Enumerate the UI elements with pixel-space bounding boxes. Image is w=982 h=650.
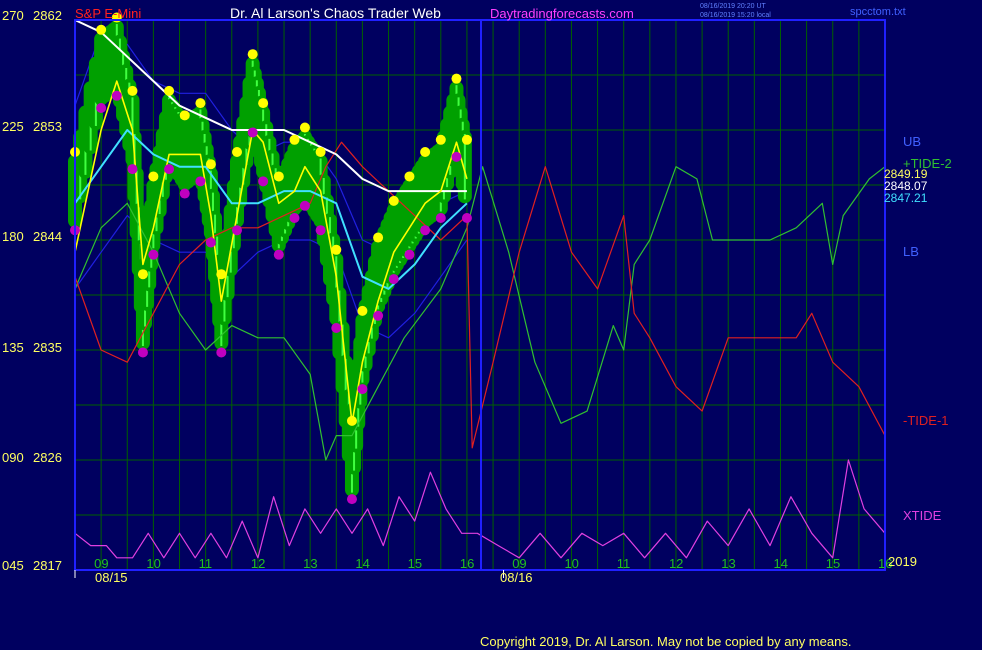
- x-tick-label: 12: [669, 556, 683, 571]
- high-dot: [216, 269, 227, 280]
- file-label: spcctom.txt: [850, 6, 906, 18]
- high-dot: [164, 85, 175, 96]
- low-dot: [195, 176, 206, 187]
- low-dot: [111, 90, 122, 101]
- x-tick-label: 15: [826, 556, 840, 571]
- y-tick-price: 2835: [33, 340, 62, 355]
- high-dot: [331, 244, 342, 255]
- low-dot: [96, 103, 107, 113]
- x-tick-label: 09: [94, 556, 108, 571]
- ub-label: UB: [903, 134, 921, 149]
- x-tick-label: 10: [146, 556, 160, 571]
- low-dot: [346, 494, 357, 505]
- y-tick-tide: 090: [2, 450, 24, 465]
- high-dot: [435, 134, 446, 145]
- high-dot: [420, 147, 431, 157]
- high-dot: [357, 305, 368, 316]
- low-dot: [164, 164, 175, 175]
- x-tick-label: 15: [408, 556, 422, 571]
- high-dot: [137, 269, 148, 280]
- x-date-label: 08/15: [95, 570, 128, 585]
- high-dot: [346, 415, 357, 426]
- low-dot: [289, 213, 300, 223]
- timestamp-ut: 08/16/2019 20:20 UT: [700, 3, 766, 10]
- x-tick-label: 13: [303, 556, 317, 571]
- y-tick-tide: 135: [2, 340, 24, 355]
- low-dot: [299, 200, 310, 211]
- low-dot: [435, 213, 446, 223]
- low-dot: [373, 310, 384, 321]
- low-dot: [216, 347, 227, 358]
- year-label: 2019: [888, 554, 917, 569]
- high-dot: [195, 98, 206, 109]
- lb-label: LB: [903, 244, 919, 259]
- low-dot: [451, 151, 462, 162]
- low-dot: [461, 213, 472, 223]
- x-tick-label: 10: [564, 556, 578, 571]
- x-tick-label: 14: [773, 556, 787, 571]
- high-dot: [258, 98, 269, 109]
- low-dot: [331, 323, 342, 333]
- y-tick-tide: 180: [2, 229, 24, 244]
- low-dot: [205, 237, 216, 248]
- low-dot: [388, 274, 399, 285]
- y-tick-price: 2862: [33, 8, 62, 23]
- high-dot: [247, 49, 258, 60]
- y-tick-price: 2817: [33, 558, 62, 573]
- x-tick-label: 13: [721, 556, 735, 571]
- low-dot: [127, 164, 138, 175]
- high-dot: [232, 147, 242, 157]
- xtide-label: XTIDE: [903, 508, 942, 523]
- high-dot: [205, 159, 216, 170]
- low-dot: [232, 225, 242, 236]
- timestamp-local: 08/16/2019 15:20 local: [700, 12, 771, 19]
- tide1-label: -TIDE-1: [903, 413, 949, 428]
- y-tick-price: 2853: [33, 119, 62, 134]
- low-dot: [179, 188, 190, 199]
- tide-chart: S&P E-Mini Dr. Al Larson's Chaos Trader …: [0, 0, 982, 650]
- low-dot: [315, 225, 326, 236]
- x-date-label: 08/16: [500, 570, 533, 585]
- y-tick-tide: 270: [2, 8, 24, 23]
- x-tick-label: 09: [512, 556, 526, 571]
- x-tick-label: 12: [251, 556, 265, 571]
- high-dot: [96, 24, 107, 35]
- low-dot: [258, 176, 269, 187]
- low-dot: [148, 249, 159, 260]
- x-tick-label: 14: [355, 556, 369, 571]
- instrument-label: S&P E-Mini: [75, 6, 141, 21]
- high-dot: [289, 134, 300, 145]
- high-dot: [179, 110, 190, 121]
- low-dot: [420, 225, 431, 236]
- high-dot: [299, 122, 310, 133]
- high-dot: [404, 171, 415, 182]
- y-tick-tide: 225: [2, 119, 24, 134]
- y-tick-price: 2826: [33, 450, 62, 465]
- low-dot: [404, 249, 415, 260]
- y-tick-price: 2844: [33, 229, 62, 244]
- high-dot: [127, 85, 138, 96]
- x-tick-label: 11: [199, 556, 213, 571]
- high-dot: [461, 134, 472, 145]
- low-dot: [357, 384, 368, 395]
- last-value: 2847.21: [884, 191, 928, 205]
- high-dot: [451, 73, 462, 84]
- chart-title: Dr. Al Larson's Chaos Trader Web: [230, 5, 441, 21]
- high-dot: [315, 147, 326, 157]
- x-tick-label: 16: [460, 556, 474, 571]
- low-dot: [137, 347, 148, 358]
- low-dot: [247, 127, 258, 138]
- copyright: Copyright 2019, Dr. Al Larson. May not b…: [480, 634, 851, 649]
- high-dot: [148, 171, 159, 182]
- x-tick-label: 11: [617, 556, 631, 571]
- y-tick-tide: 045: [2, 558, 24, 573]
- high-dot: [388, 195, 399, 206]
- site-label: Daytradingforecasts.com: [490, 6, 634, 21]
- high-dot: [373, 232, 384, 243]
- low-dot: [273, 249, 284, 260]
- high-dot: [273, 171, 284, 182]
